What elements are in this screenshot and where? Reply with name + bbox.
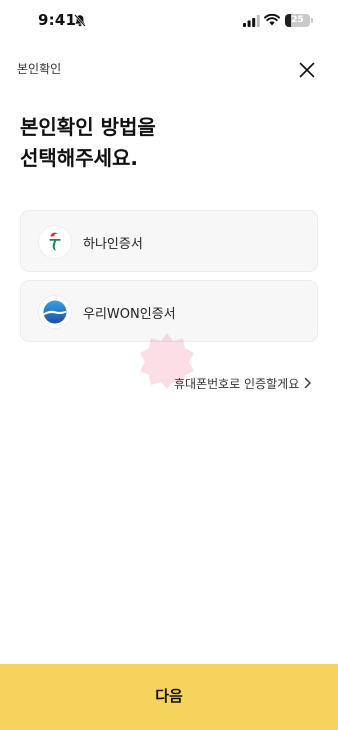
main-title: 본인확인 방법을 선택해주세요. bbox=[20, 112, 320, 174]
battery-indicator: 25 bbox=[285, 14, 310, 27]
cellular-signal-icon bbox=[243, 15, 260, 27]
method-label-hana: 하나인증서 bbox=[83, 237, 143, 252]
status-time: 9:41 bbox=[38, 11, 77, 29]
chevron-right-icon bbox=[305, 377, 311, 389]
status-bar: 9:41 25 bbox=[0, 0, 338, 44]
close-button[interactable] bbox=[294, 57, 320, 83]
main-title-line-2: 선택해주세요. bbox=[20, 146, 138, 170]
next-button[interactable]: 다음 bbox=[0, 664, 338, 730]
page-title: 본인확인 bbox=[17, 62, 62, 76]
close-icon bbox=[299, 62, 315, 78]
woori-bank-logo-icon bbox=[39, 296, 71, 328]
battery-tip bbox=[311, 18, 313, 23]
wifi-icon bbox=[264, 14, 280, 26]
bell-muted-icon bbox=[74, 14, 86, 27]
method-option-hana[interactable]: 하나인증서 bbox=[20, 210, 318, 272]
next-button-label: 다음 bbox=[155, 686, 183, 705]
method-label-woori-won: 우리WON인증서 bbox=[83, 307, 176, 322]
hana-bank-logo-icon bbox=[39, 226, 71, 258]
phone-verification-link[interactable]: 휴대폰번호로 인증할게요 bbox=[174, 374, 312, 392]
phone-verification-label: 휴대폰번호로 인증할게요 bbox=[174, 376, 300, 391]
battery-level: 25 bbox=[291, 15, 304, 25]
main-title-line-1: 본인확인 방법을 bbox=[20, 115, 156, 139]
header: 본인확인 bbox=[0, 44, 338, 90]
